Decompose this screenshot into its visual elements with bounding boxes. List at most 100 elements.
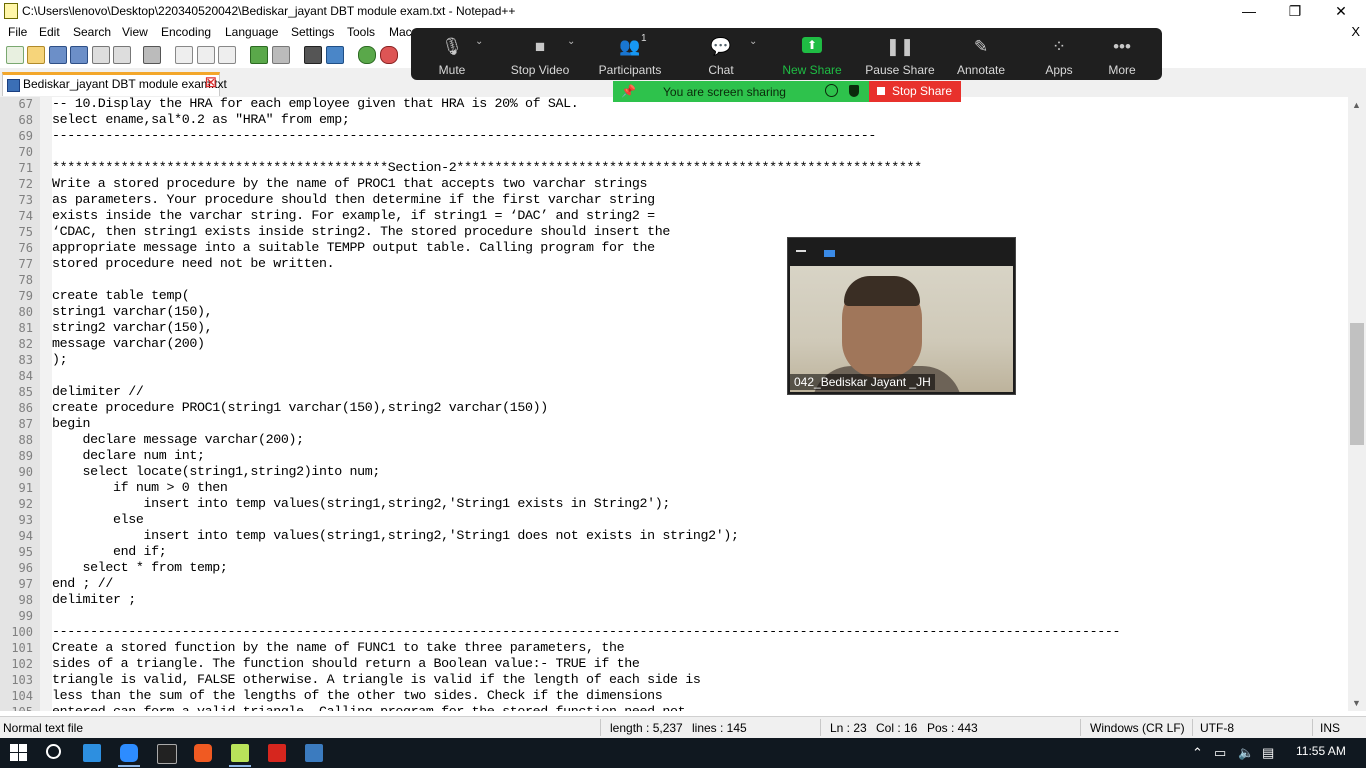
- zoom-in-icon[interactable]: [358, 46, 376, 64]
- vscode-icon[interactable]: [83, 744, 101, 762]
- close-button[interactable]: ✕: [1318, 0, 1364, 22]
- menu-file[interactable]: File: [8, 25, 27, 39]
- apps-button[interactable]: ⁘ Apps: [1021, 28, 1097, 80]
- menu-settings[interactable]: Settings: [291, 25, 334, 39]
- scrollbar-thumb[interactable]: [1350, 323, 1364, 445]
- code-line[interactable]: ****************************************…: [52, 160, 922, 176]
- code-line[interactable]: exists inside the varchar string. For ex…: [52, 208, 655, 224]
- code-line[interactable]: select ename,sal*0.2 as "HRA" from emp;: [52, 112, 350, 128]
- menu-macro[interactable]: Mac: [389, 25, 412, 39]
- brave-icon[interactable]: [194, 744, 212, 762]
- code-line[interactable]: delimiter //: [52, 384, 144, 400]
- more-button[interactable]: ••• More: [1089, 28, 1155, 80]
- participants-button[interactable]: 👥 1 Participants: [589, 28, 671, 80]
- close-document-icon[interactable]: X: [1351, 24, 1360, 39]
- code-line[interactable]: Write a stored procedure by the name of …: [52, 176, 647, 192]
- code-line[interactable]: else: [52, 512, 144, 528]
- find-icon[interactable]: [304, 46, 322, 64]
- code-line[interactable]: create procedure PROC1(string1 varchar(1…: [52, 400, 548, 416]
- code-line[interactable]: ‘CDAC, then string1 exists inside string…: [52, 224, 670, 240]
- menu-view[interactable]: View: [122, 25, 148, 39]
- replace-icon[interactable]: [326, 46, 344, 64]
- chevron-down-icon[interactable]: ⌄: [475, 36, 483, 47]
- code-line[interactable]: end if;: [52, 544, 167, 560]
- code-line[interactable]: -- 10.Display the HRA for each employee …: [52, 97, 579, 112]
- save-icon[interactable]: [49, 46, 67, 64]
- status-eol[interactable]: Windows (CR LF): [1090, 721, 1185, 735]
- new-file-icon[interactable]: [6, 46, 24, 64]
- terminal-icon[interactable]: [157, 744, 177, 764]
- pin-icon[interactable]: 📌: [621, 84, 636, 98]
- code-line[interactable]: declare message varchar(200);: [52, 432, 305, 448]
- notepadpp-icon[interactable]: [231, 744, 249, 762]
- minimize-button[interactable]: —: [1226, 0, 1272, 22]
- close-file-icon[interactable]: [92, 46, 110, 64]
- volume-icon[interactable]: 🔈: [1238, 745, 1254, 761]
- code-line[interactable]: end ; //: [52, 576, 113, 592]
- save-all-icon[interactable]: [70, 46, 88, 64]
- code-line[interactable]: ----------------------------------------…: [52, 128, 876, 144]
- stop-share-button[interactable]: Stop Share: [869, 81, 961, 102]
- minimize-video-icon[interactable]: [796, 250, 806, 252]
- menu-edit[interactable]: Edit: [39, 25, 60, 39]
- code-line[interactable]: string2 varchar(150),: [52, 320, 213, 336]
- notification-icon[interactable]: ▤: [1262, 745, 1274, 761]
- code-line[interactable]: insert into temp values(string1,string2,…: [52, 528, 739, 544]
- code-line[interactable]: entered can form a valid triangle. Calli…: [52, 704, 686, 711]
- vertical-scrollbar[interactable]: ▲ ▼: [1348, 97, 1366, 711]
- windows-start-icon[interactable]: [10, 744, 28, 762]
- code-line[interactable]: begin: [52, 416, 91, 432]
- participant-video-panel[interactable]: 042_Bediskar Jayant _JH: [787, 237, 1016, 395]
- zoom-out-icon[interactable]: [380, 46, 398, 64]
- status-encoding[interactable]: UTF-8: [1200, 721, 1234, 735]
- undo-icon[interactable]: [250, 46, 268, 64]
- text-editor[interactable]: 67 -- 10.Display the HRA for each employe…: [0, 97, 1348, 711]
- code-line[interactable]: create table temp(: [52, 288, 190, 304]
- sql-tool-icon[interactable]: [305, 744, 323, 762]
- tab-document[interactable]: Bediskar_jayant DBT module exam.txt ☒: [2, 72, 227, 96]
- paste-icon[interactable]: [218, 46, 236, 64]
- code-line[interactable]: as parameters. Your procedure should the…: [52, 192, 655, 208]
- scroll-up-arrow-icon[interactable]: ▲: [1352, 100, 1361, 110]
- code-line[interactable]: stored procedure need not be written.: [52, 256, 335, 272]
- scroll-down-arrow-icon[interactable]: ▼: [1352, 698, 1361, 708]
- annotate-button[interactable]: ✎ Annotate: [943, 28, 1019, 80]
- copy-icon[interactable]: [197, 46, 215, 64]
- tab-close-icon[interactable]: ☒: [205, 75, 217, 91]
- open-file-icon[interactable]: [27, 46, 45, 64]
- code-line[interactable]: declare num int;: [52, 448, 205, 464]
- code-line[interactable]: sides of a triangle. The function should…: [52, 656, 640, 672]
- code-line[interactable]: delimiter ;: [52, 592, 136, 608]
- search-icon[interactable]: [46, 744, 61, 759]
- menu-tools[interactable]: Tools: [347, 25, 375, 39]
- code-line[interactable]: if num > 0 then: [52, 480, 228, 496]
- close-all-icon[interactable]: [113, 46, 131, 64]
- expand-video-icon[interactable]: [824, 250, 835, 257]
- code-line[interactable]: insert into temp values(string1,string2,…: [52, 496, 671, 512]
- code-line[interactable]: message varchar(200): [52, 336, 205, 352]
- code-line[interactable]: select * from temp;: [52, 560, 228, 576]
- code-line[interactable]: select locate(string1,string2)into num;: [52, 464, 381, 480]
- code-line[interactable]: ----------------------------------------…: [52, 624, 1120, 640]
- print-icon[interactable]: [143, 46, 161, 64]
- code-line[interactable]: );: [52, 352, 68, 368]
- new-share-button[interactable]: ⬆ New Share: [771, 28, 853, 80]
- cut-icon[interactable]: [175, 46, 193, 64]
- code-line[interactable]: string1 varchar(150),: [52, 304, 213, 320]
- chevron-down-icon[interactable]: ⌄: [749, 36, 757, 47]
- pause-share-button[interactable]: ❚❚ Pause Share: [857, 28, 943, 80]
- code-line[interactable]: Create a stored function by the name of …: [52, 640, 625, 656]
- code-line[interactable]: appropriate message into a suitable TEMP…: [52, 240, 655, 256]
- menu-encoding[interactable]: Encoding: [161, 25, 211, 39]
- redo-icon[interactable]: [272, 46, 290, 64]
- restore-button[interactable]: ❐: [1272, 0, 1318, 22]
- acrobat-icon[interactable]: [268, 744, 286, 762]
- code-line[interactable]: less than the sum of the lengths of the …: [52, 688, 663, 704]
- code-line[interactable]: triangle is valid, FALSE otherwise. A tr…: [52, 672, 701, 688]
- taskbar-clock[interactable]: 11:55 AM: [1296, 744, 1346, 758]
- menu-language[interactable]: Language: [225, 25, 278, 39]
- chevron-down-icon[interactable]: ⌄: [567, 36, 575, 47]
- zoom-icon[interactable]: [120, 744, 138, 762]
- status-insert-mode[interactable]: INS: [1320, 721, 1340, 735]
- network-icon[interactable]: ▭: [1214, 745, 1226, 761]
